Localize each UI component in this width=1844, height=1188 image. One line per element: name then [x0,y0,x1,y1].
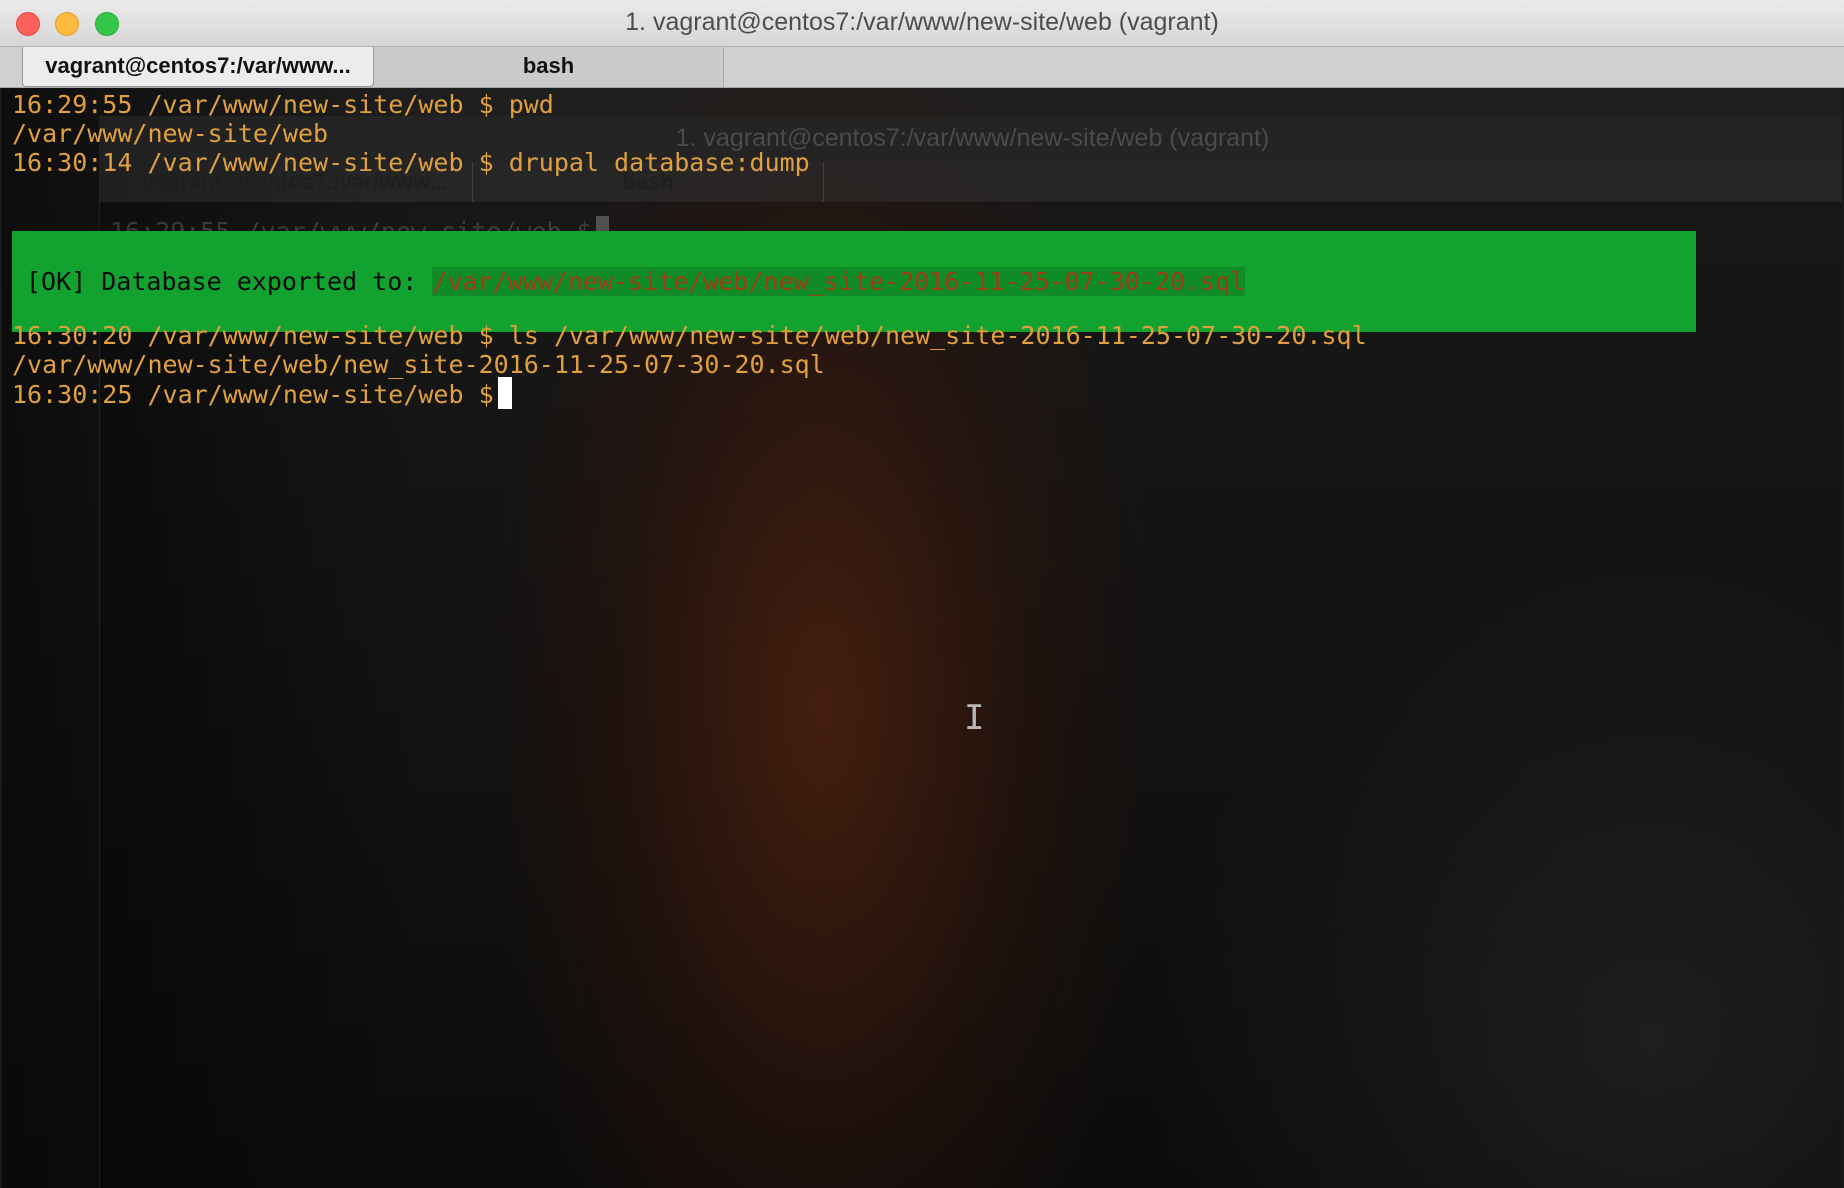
text-cursor [497,377,512,409]
terminal-window: 1. vagrant@centos7:/var/www/new-site/web… [0,0,1844,1188]
window-title: 1. vagrant@centos7:/var/www/new-site/web… [625,8,1219,36]
tab-bar: vagrant@centos7:/var/www... bash [0,47,1844,88]
tab-vagrant-session[interactable]: vagrant@centos7:/var/www... [22,47,374,87]
ok-message-path: /var/www/new-site/web/new_site-2016-11-2… [432,267,1246,296]
ibeam-pointer-icon: I [964,698,985,738]
tab-bash[interactable]: bash [374,47,724,87]
current-prompt-text: 16:30:25 /var/www/new-site/web $ [12,380,494,409]
terminal-line-current-prompt: 16:30:25 /var/www/new-site/web $ [12,377,512,412]
terminal-line-dump-command: 16:30:14 /var/www/new-site/web $ drupal … [12,148,810,177]
title-bar[interactable]: 1. vagrant@centos7:/var/www/new-site/web… [0,0,1844,47]
ok-message-block: [OK] Database exported to: /var/www/new-… [12,231,1696,332]
ok-message-prefix: [OK] Database exported to: [26,267,433,296]
terminal-pane[interactable]: 1. vagrant@centos7:/var/www/new-site/web… [2,88,1842,1188]
ok-message-text: [OK] Database exported to: /var/www/new-… [26,265,1246,299]
